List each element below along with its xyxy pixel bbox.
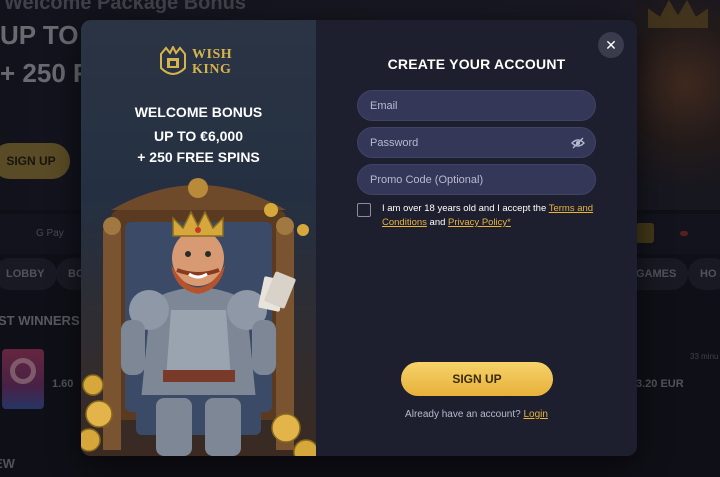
terms-prefix: I am over 18 years old and I accept the [382, 203, 549, 214]
king-on-throne-illustration [81, 178, 316, 456]
login-prompt-text: Already have an account? [405, 409, 524, 420]
bonus-amount: UP TO €6,000 [154, 128, 243, 144]
welcome-bonus-text: WELCOME BONUS UP TO €6,000 + 250 FREE SP… [81, 103, 316, 167]
privacy-policy-link[interactable]: Privacy Policy* [448, 217, 511, 228]
bonus-title: WELCOME BONUS [134, 104, 263, 120]
wish-king-logo: WISH KING [158, 42, 240, 82]
promo-panel: WISH KING WELCOME BONUS UP TO €6,000 + 2… [81, 20, 316, 456]
form-title: CREATE YOUR ACCOUNT [387, 56, 566, 72]
promo-code-field-wrapper [357, 164, 596, 195]
signup-form-panel: ✕ CREATE YOUR ACCOUNT I am over 18 years [316, 20, 637, 456]
terms-middle: and [426, 217, 449, 228]
password-field[interactable] [358, 128, 595, 157]
login-link[interactable]: Login [523, 409, 547, 420]
eye-slash-icon[interactable] [571, 137, 585, 149]
logo-wish: WISH [192, 47, 233, 62]
sign-up-button[interactable]: SIGN UP [401, 362, 553, 396]
signup-modal: WISH KING WELCOME BONUS UP TO €6,000 + 2… [81, 20, 637, 456]
promo-code-field[interactable] [358, 165, 595, 194]
login-prompt: Already have an account? Login [316, 409, 637, 420]
close-button[interactable]: ✕ [598, 32, 624, 58]
page: Welcome Package Bonus UP TO € + 250 F SI… [0, 0, 720, 477]
age-terms-checkbox[interactable] [357, 203, 371, 217]
close-icon: ✕ [605, 37, 617, 53]
bonus-spins: + 250 FREE SPINS [137, 149, 260, 165]
crown-shield-icon [160, 46, 186, 75]
logo-king: KING [192, 62, 232, 77]
password-field-wrapper [357, 127, 596, 158]
email-field[interactable] [358, 91, 595, 120]
terms-text: I am over 18 years old and I accept the … [382, 202, 602, 230]
email-field-wrapper [357, 90, 596, 121]
